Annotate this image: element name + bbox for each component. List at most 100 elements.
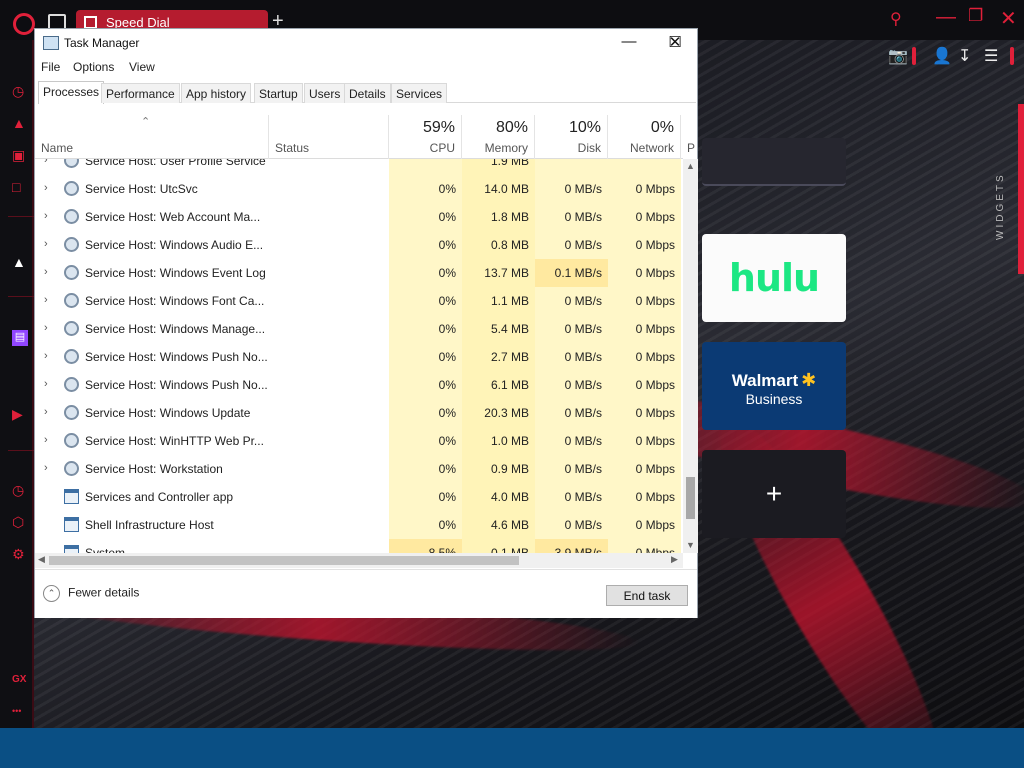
- twitch-icon[interactable]: ▤: [12, 330, 28, 346]
- network-value: 0 Mbps: [635, 462, 675, 476]
- scroll-down-icon[interactable]: ▼: [686, 540, 695, 550]
- twitch-like-icon[interactable]: ▣: [12, 147, 28, 163]
- search-icon[interactable]: ⚲: [890, 9, 902, 29]
- table-row[interactable]: › Service Host: Windows Update 0% 20.3 MB 0 …: [35, 399, 683, 427]
- process-name: Service Host: User Profile Service: [85, 159, 266, 168]
- expand-chevron-icon[interactable]: ›: [44, 350, 48, 362]
- table-row[interactable]: › Service Host: Windows Push No... 0% 2.7 M…: [35, 343, 683, 371]
- player-icon[interactable]: ▶: [12, 406, 28, 422]
- network-value: 0 Mbps: [635, 350, 675, 364]
- gx-corner-icon[interactable]: ▲: [12, 115, 28, 131]
- tab-startup[interactable]: Startup: [254, 83, 303, 103]
- tab-services[interactable]: Services: [391, 83, 448, 103]
- process-name: System: [85, 546, 126, 553]
- table-row[interactable]: › Service Host: Workstation 0% 0.9 MB 0 MB/s…: [35, 455, 683, 483]
- media-icon[interactable]: □: [12, 179, 28, 195]
- cpu-value: 0%: [438, 462, 456, 476]
- history-icon[interactable]: ◷: [12, 482, 28, 498]
- settings-gear-icon[interactable]: ⚙: [12, 546, 28, 562]
- gear-icon: [64, 349, 79, 364]
- table-row[interactable]: › Service Host: Windows Push No... 0% 6.1 M…: [35, 371, 683, 399]
- column-name[interactable]: ⌃ Name: [35, 115, 269, 159]
- vertical-scrollbar[interactable]: ▲ ▼: [683, 159, 698, 553]
- add-speed-dial-button[interactable]: +: [702, 450, 846, 538]
- column-network[interactable]: 0% Network: [608, 115, 681, 159]
- expand-chevron-icon[interactable]: ›: [44, 210, 48, 222]
- table-row[interactable]: › Service Host: Windows Manage... 0% 5.4 MB…: [35, 315, 683, 343]
- tab-details[interactable]: Details: [344, 83, 391, 103]
- window-icon: [64, 517, 79, 532]
- scroll-right-icon[interactable]: ▶: [671, 554, 678, 565]
- expand-chevron-icon[interactable]: ›: [44, 322, 48, 334]
- expand-chevron-icon[interactable]: ›: [44, 159, 48, 166]
- expand-chevron-icon[interactable]: ›: [44, 406, 48, 418]
- network-value: 0 Mbps: [635, 238, 675, 252]
- end-task-button[interactable]: End task: [606, 585, 688, 606]
- table-row-partial[interactable]: › Service Host: User Profile Service 1.9…: [35, 159, 683, 175]
- camera-snapshot-icon[interactable]: 📷: [888, 46, 908, 66]
- menu-options[interactable]: Options: [73, 60, 114, 74]
- column-power-partial[interactable]: P: [681, 115, 697, 159]
- expand-chevron-icon[interactable]: ›: [44, 378, 48, 390]
- speed-dial-tile-partial[interactable]: [702, 138, 846, 186]
- column-cpu[interactable]: 59% CPU: [389, 115, 462, 159]
- column-power-label: P: [687, 141, 696, 155]
- expand-chevron-icon[interactable]: ›: [44, 294, 48, 306]
- speed-dial-walmart-business[interactable]: Walmart ✱ Business: [702, 342, 846, 430]
- table-row[interactable]: Services and Controller app 0% 4.0 MB 0 MB/…: [35, 483, 683, 511]
- expand-chevron-icon[interactable]: ›: [44, 266, 48, 278]
- horizontal-scrollbar[interactable]: ◀ ▶: [35, 553, 683, 568]
- profile-icon[interactable]: 👤: [932, 46, 952, 66]
- expand-chevron-icon[interactable]: ›: [44, 238, 48, 250]
- expand-chevron-icon[interactable]: ›: [44, 182, 48, 194]
- widgets-panel-tab[interactable]: [1018, 104, 1024, 274]
- restore-browser-icon[interactable]: ❐: [968, 6, 983, 26]
- gear-icon: [64, 461, 79, 476]
- minimize-browser-icon[interactable]: —: [936, 6, 956, 29]
- easy-setup-icon[interactable]: ☰: [984, 46, 998, 66]
- fewer-details-button[interactable]: ⌃ Fewer details: [43, 585, 139, 602]
- speed-dial-hulu[interactable]: hulu: [702, 234, 846, 322]
- extensions-icon[interactable]: ⬡: [12, 514, 28, 530]
- tab-users[interactable]: Users: [304, 83, 346, 103]
- table-row[interactable]: System 8.5% 0.1 MB 3.9 MB/s 0 Mbps: [35, 539, 683, 553]
- close-button[interactable]: ✕: [652, 29, 698, 57]
- tab-app-history[interactable]: App history: [181, 83, 252, 103]
- download-icon[interactable]: ↧: [958, 46, 971, 66]
- memory-value: 1.1 MB: [490, 294, 529, 308]
- column-status[interactable]: Status: [269, 115, 389, 159]
- table-row[interactable]: › Service Host: WinHTTP Web Pr... 0% 1.0 MB…: [35, 427, 683, 455]
- cpu-value: 0%: [438, 266, 456, 280]
- accent-pill: [912, 47, 916, 65]
- table-row[interactable]: › Service Host: Windows Audio E... 0% 0.8 M…: [35, 231, 683, 259]
- table-row[interactable]: › Service Host: Windows Font Ca... 0% 1.1 M…: [35, 287, 683, 315]
- column-disk[interactable]: 10% Disk: [535, 115, 608, 159]
- more-options-icon[interactable]: •••: [12, 706, 28, 722]
- minimize-button[interactable]: —: [606, 29, 652, 57]
- scroll-up-icon[interactable]: ▲: [686, 161, 695, 171]
- process-name: Service Host: Windows Manage...: [85, 322, 266, 336]
- table-row[interactable]: › Service Host: Windows Event Log 0% 13.7 M…: [35, 259, 683, 287]
- horizontal-scroll-thumb[interactable]: [49, 556, 519, 565]
- column-memory[interactable]: 80% Memory: [462, 115, 535, 159]
- menu-file[interactable]: File: [41, 60, 60, 74]
- tab-processes[interactable]: Processes: [38, 81, 105, 104]
- cpu-value: 0%: [438, 182, 456, 196]
- memory-value: 14.0 MB: [484, 182, 529, 196]
- aria-ai-icon[interactable]: ▲: [12, 254, 28, 270]
- tab-performance[interactable]: Performance: [101, 83, 180, 103]
- menu-view[interactable]: View: [129, 60, 155, 74]
- cpu-value: 0%: [438, 378, 456, 392]
- title-bar[interactable]: Task Manager — ☐ ✕: [35, 29, 697, 57]
- scroll-left-icon[interactable]: ◀: [38, 554, 45, 565]
- expand-chevron-icon[interactable]: ›: [44, 462, 48, 474]
- expand-chevron-icon[interactable]: ›: [44, 434, 48, 446]
- table-row[interactable]: › Service Host: Web Account Ma... 0% 1.8 MB…: [35, 203, 683, 231]
- gx-control-icon[interactable]: ◷: [12, 83, 28, 99]
- opera-gx-logo-icon[interactable]: [13, 13, 35, 35]
- browser-sidebar: ◷ ▲ ▣ □ ▲ ▤ ▶ ◷ ⬡ ⚙ GX •••: [0, 40, 34, 728]
- close-browser-icon[interactable]: ✕: [1000, 6, 1017, 31]
- table-row[interactable]: Shell Infrastructure Host 0% 4.6 MB 0 MB/s 0…: [35, 511, 683, 539]
- table-row[interactable]: › Service Host: UtcSvc 0% 14.0 MB 0 MB/s 0 Mb…: [35, 175, 683, 203]
- vertical-scroll-thumb[interactable]: [686, 477, 695, 519]
